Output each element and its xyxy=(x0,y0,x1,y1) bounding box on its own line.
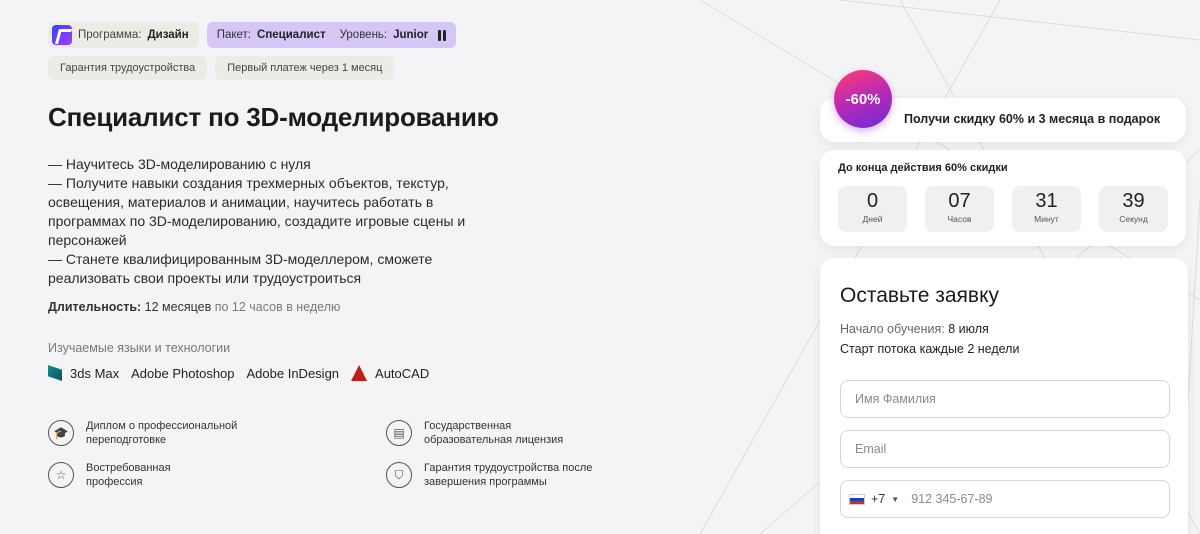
program-value: Дизайн xyxy=(147,29,189,41)
start-date: Начало обучения: 8 июля xyxy=(840,322,1168,336)
level-value: Junior xyxy=(393,29,429,41)
start-label: Начало обучения: xyxy=(840,322,945,336)
phone-placeholder: 912 345-67-89 xyxy=(911,492,993,506)
phone-code[interactable]: +7 xyxy=(871,492,885,506)
tech-item-photoshop: Adobe Photoshop xyxy=(131,366,234,381)
tech-label: Adobe InDesign xyxy=(246,365,340,381)
name-placeholder: Имя Фамилия xyxy=(855,392,936,406)
russia-flag-icon[interactable] xyxy=(849,493,865,505)
tag-row-secondary: Гарантия трудоустройства Первый платеж ч… xyxy=(48,56,768,80)
tech-label: Adobe Photoshop xyxy=(131,365,235,381)
timer-value: 39 xyxy=(1122,190,1145,212)
timer-hours: 07 Часов xyxy=(925,186,994,232)
feature-text: Гарантия трудоустройства после завершени… xyxy=(424,462,593,488)
timer-label: Часов xyxy=(947,214,972,224)
level-bars-icon xyxy=(438,29,447,41)
graduation-cap-icon: 🎓 xyxy=(48,420,74,446)
feature-item: ☆ Востребованная профессия xyxy=(48,461,386,489)
email-placeholder: Email xyxy=(855,442,887,456)
start-value: 8 июля xyxy=(948,322,989,336)
timer-value: 31 xyxy=(1035,190,1058,212)
tag-row: Программа: Дизайн Пакет: Специалист Уров… xyxy=(48,22,768,48)
description-line: — Станете квалифицированным 3D-моделлеро… xyxy=(48,251,433,286)
timer-days: 0 Дней xyxy=(838,186,907,232)
first-payment-tag: Первый платеж через 1 месяц xyxy=(215,56,395,80)
tech-list: 3ds Max Adobe Photoshop Adobe InDesign A… xyxy=(48,365,768,381)
course-description: — Научитесь 3D-моделированию с нуля — По… xyxy=(48,155,498,288)
timer-label: Минут xyxy=(1034,214,1059,224)
tech-item-3dsmax: 3ds Max xyxy=(48,365,119,381)
feature-text: Государственная образовательная лицензия xyxy=(424,420,564,446)
signup-panel: -60% Получи скидку 60% и 3 месяца в пода… xyxy=(820,68,1188,534)
tech-label: 3ds Max xyxy=(70,365,120,381)
tech-item-indesign: Adobe InDesign xyxy=(247,366,340,381)
promo-banner: -60% Получи скидку 60% и 3 месяца в пода… xyxy=(820,68,1188,144)
level-label: Уровень: xyxy=(339,29,388,41)
tech-label: AutoCAD xyxy=(375,365,430,381)
duration: Длительность: 12 месяцев по 12 часов в н… xyxy=(48,300,768,314)
package-value: Специалист xyxy=(257,29,326,41)
logo-icon xyxy=(52,25,72,45)
package-label: Пакет: xyxy=(216,29,252,41)
course-info: Программа: Дизайн Пакет: Специалист Уров… xyxy=(48,22,768,489)
package-tag[interactable]: Пакет: Специалист Уровень: Junior xyxy=(206,22,457,48)
feature-item: 🎓 Диплом о профессиональной переподготов… xyxy=(48,419,386,447)
page-title: Специалист по 3D-моделированию xyxy=(48,102,499,132)
timer-title: До конца действия 60% скидки xyxy=(838,162,1008,174)
duration-label: Длительность: xyxy=(48,300,142,314)
feature-text: Востребованная профессия xyxy=(86,462,171,488)
autocad-icon xyxy=(351,365,368,381)
feature-text: Диплом о профессиональной переподготовке xyxy=(86,420,238,446)
program-label: Программа: xyxy=(78,29,142,41)
shield-icon: ⛉ xyxy=(386,462,412,488)
email-input[interactable]: Email xyxy=(840,430,1170,468)
timer-seconds: 39 Секунд xyxy=(1099,186,1168,232)
timer-boxes: 0 Дней 07 Часов 31 Минут 39 Секунд xyxy=(838,186,1168,232)
features-grid: 🎓 Диплом о профессиональной переподготов… xyxy=(48,419,768,489)
clipboard-icon: ▤ xyxy=(386,420,412,446)
program-tag[interactable]: Программа: Дизайн xyxy=(48,22,199,48)
duration-extra: по 12 часов в неделю xyxy=(214,300,341,314)
form-title: Оставьте заявку xyxy=(840,284,1000,307)
phone-input[interactable]: +7 ▼ 912 345-67-89 xyxy=(840,480,1170,518)
timer-value: 0 xyxy=(866,190,879,212)
timer-minutes: 31 Минут xyxy=(1012,186,1081,232)
stream-frequency: Старт потока каждые 2 недели xyxy=(840,342,1020,356)
duration-value: 12 месяцев xyxy=(144,300,212,314)
promo-text: Получи скидку 60% и 3 месяца в подарок xyxy=(904,112,1161,126)
description-line: — Научитесь 3D-моделированию с нуля xyxy=(48,156,311,172)
tech-item-autocad: AutoCAD xyxy=(351,365,429,381)
countdown-timer: До конца действия 60% скидки 0 Дней 07 Ч… xyxy=(820,150,1186,246)
discount-badge: -60% xyxy=(834,70,892,128)
feature-item: ▤ Государственная образовательная лиценз… xyxy=(386,419,686,447)
feature-item: ⛉ Гарантия трудоустройства после заверше… xyxy=(386,461,686,489)
guarantee-tag: Гарантия трудоустройства xyxy=(48,56,208,80)
timer-label: Дней xyxy=(862,214,883,224)
chevron-down-icon[interactable]: ▼ xyxy=(891,495,899,504)
tech-title: Изучаемые языки и технологии xyxy=(48,341,231,355)
timer-value: 07 xyxy=(948,190,971,212)
star-icon: ☆ xyxy=(48,462,74,488)
timer-label: Секунд xyxy=(1119,214,1148,224)
name-input[interactable]: Имя Фамилия xyxy=(840,380,1170,418)
3ds-max-icon xyxy=(48,365,62,381)
description-line: — Получите навыки создания трехмерных об… xyxy=(48,175,466,248)
application-form: Оставьте заявку Начало обучения: 8 июля … xyxy=(820,258,1188,534)
